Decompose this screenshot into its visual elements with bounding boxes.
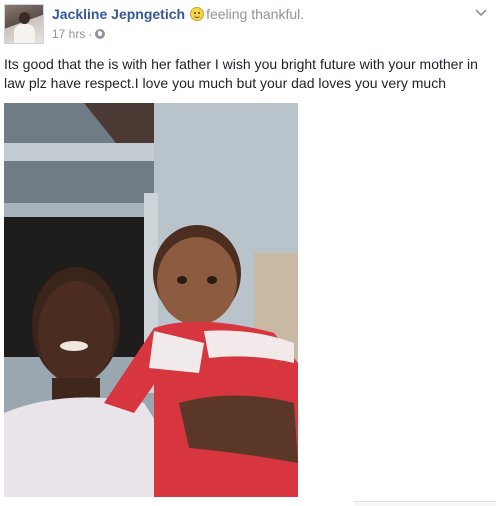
chevron-down-icon[interactable] — [474, 8, 488, 18]
feeling-activity-text: feeling thankful. — [206, 6, 305, 22]
post-header: Jackline Jepngetich feeling thankful. 17 … — [4, 4, 492, 44]
author-name-link[interactable]: Jackline Jepngetich — [52, 6, 185, 22]
smiley-emoji-icon — [190, 7, 205, 21]
globe-icon[interactable] — [95, 29, 106, 39]
post-photo[interactable] — [4, 103, 298, 497]
post-meta: 17 hrs · — [52, 27, 106, 41]
author-line: Jackline Jepngetich feeling thankful. — [52, 6, 304, 22]
comment-box-edge — [354, 501, 496, 506]
post-timestamp-link[interactable]: 17 hrs — [52, 27, 85, 41]
post-message: Its good that the is with her father I w… — [4, 56, 478, 91]
meta-separator: · — [88, 27, 93, 41]
author-avatar[interactable] — [4, 4, 44, 44]
